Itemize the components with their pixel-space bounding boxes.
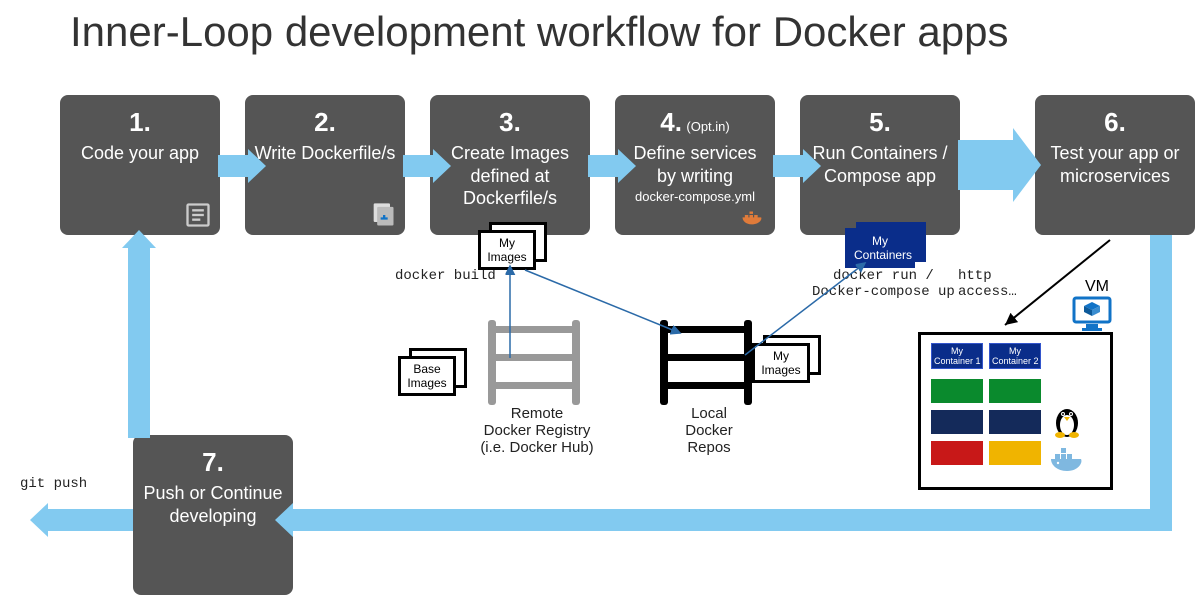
step-7: 7. Push or Continue developing <box>133 435 293 595</box>
step-4-num: 4. <box>660 107 682 137</box>
step-2: 2. Write Dockerfile/s <box>245 95 405 235</box>
dockerfile-icon <box>369 201 397 229</box>
step-1: 1. Code your app <box>60 95 220 235</box>
cblock-navy-1 <box>931 410 983 434</box>
linux-icon <box>1051 403 1083 439</box>
arrow-bottom <box>293 509 1172 531</box>
cblock-green-2 <box>989 379 1041 403</box>
step-4-text: Define services by writing <box>623 142 767 187</box>
thin-arrows-build <box>470 258 720 378</box>
step-4: 4. (Opt.in) Define services by writing d… <box>615 95 775 235</box>
editor-icon <box>184 201 212 229</box>
step-6-num: 6. <box>1104 107 1126 138</box>
arrow-5-6 <box>958 140 1013 190</box>
vm-label: VM <box>1085 278 1109 296</box>
arrow-4-5 <box>773 155 803 177</box>
step-3: 3. Create Images defined at Dockerfile/s <box>430 95 590 235</box>
arrow-6-down <box>1150 235 1172 520</box>
step-2-text: Write Dockerfile/s <box>255 142 396 165</box>
cblock-green-1 <box>931 379 983 403</box>
step-5-text: Run Containers / Compose app <box>808 142 952 187</box>
my-container-1: My Container 1 <box>931 343 983 369</box>
base-images-card: Base Images <box>398 356 456 396</box>
step-3-text: Create Images defined at Dockerfile/s <box>438 142 582 210</box>
arrow-git-push <box>48 509 133 531</box>
page-title: Inner-Loop development workflow for Dock… <box>70 8 1008 56</box>
arrow-3-4 <box>588 155 618 177</box>
docker-icon <box>739 201 767 229</box>
vm-box: My Container 1 My Container 2 <box>918 332 1113 490</box>
step-1-text: Code your app <box>81 142 199 165</box>
step-7-num: 7. <box>202 447 224 478</box>
step-3-num: 3. <box>499 107 521 138</box>
step-6: 6. Test your app or microservices <box>1035 95 1195 235</box>
local-repos-label: Local Docker Repos <box>655 405 763 456</box>
arrow-2-3 <box>403 155 433 177</box>
cblock-navy-2 <box>989 410 1041 434</box>
thin-arrow-test <box>990 235 1140 345</box>
thin-arrow-run <box>730 255 910 365</box>
docker-whale-icon <box>1049 445 1089 477</box>
cmd-git-push: git push <box>20 476 87 492</box>
step-7-text: Push or Continue developing <box>141 482 285 527</box>
step-4-opt: (Opt.in) <box>686 119 729 134</box>
step-5-num: 5. <box>869 107 891 138</box>
remote-registry-label: Remote Docker Registry (i.e. Docker Hub) <box>447 405 627 456</box>
step-1-num: 1. <box>129 107 151 138</box>
step-4-sub: docker-compose.yml <box>635 189 755 204</box>
cblock-yellow <box>989 441 1041 465</box>
step-6-text: Test your app or microservices <box>1043 142 1187 187</box>
arrow-7-1 <box>128 248 150 438</box>
step-5: 5. Run Containers / Compose app <box>800 95 960 235</box>
cblock-red <box>931 441 983 465</box>
monitor-icon <box>1072 296 1112 332</box>
arrow-1-2 <box>218 155 248 177</box>
step-2-num: 2. <box>314 107 336 138</box>
my-container-2: My Container 2 <box>989 343 1041 369</box>
